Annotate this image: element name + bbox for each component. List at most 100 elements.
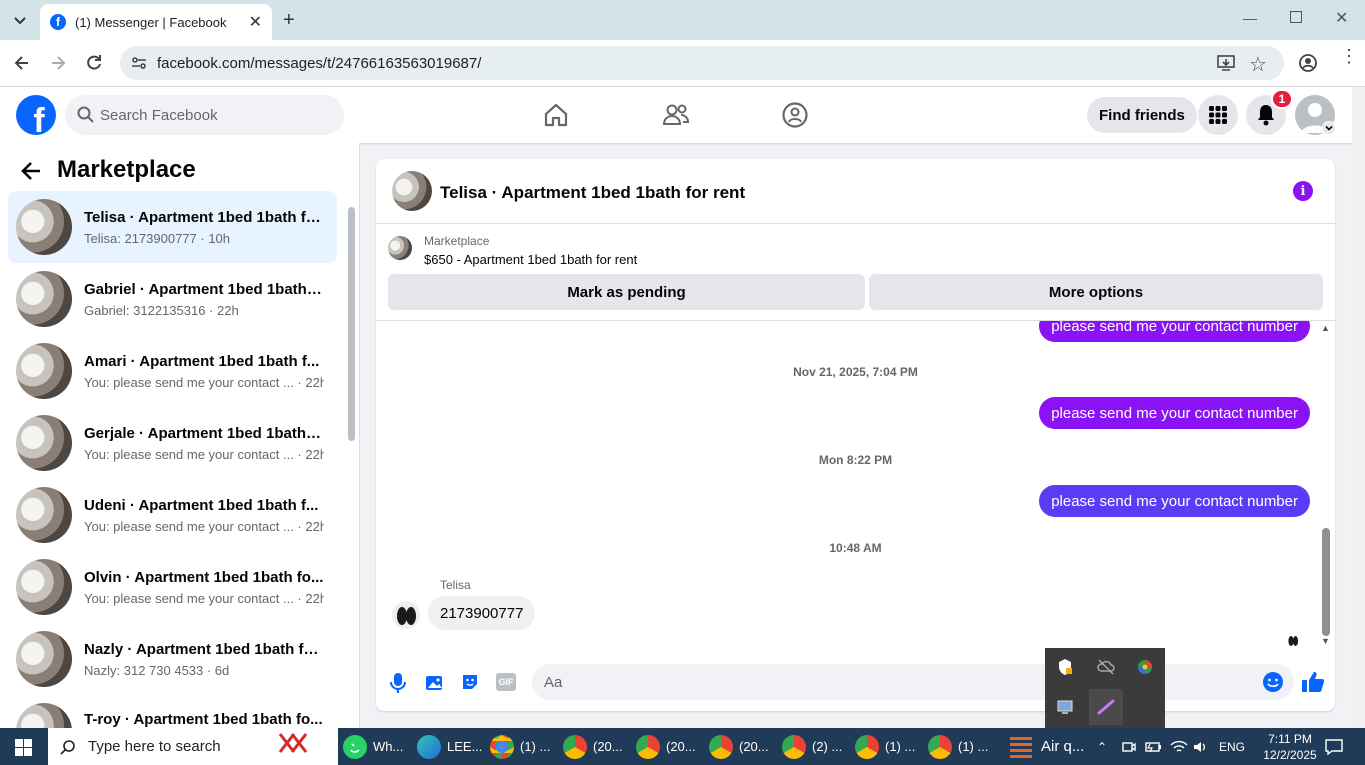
gif-icon[interactable]: GIF: [496, 673, 516, 691]
conversation-item[interactable]: T-roy · Apartment 1bed 1bath fo...: [8, 695, 337, 728]
taskbar-weather[interactable]: Air q...: [1010, 728, 1084, 765]
bookmark-star-icon[interactable]: ☆: [1249, 52, 1267, 77]
taskbar-app-chrome[interactable]: (1) ...: [928, 728, 988, 765]
new-tab-icon[interactable]: +: [283, 9, 295, 32]
back-arrow-icon[interactable]: [20, 160, 42, 182]
friends-icon[interactable]: [662, 102, 690, 128]
find-friends-button[interactable]: Find friends: [1087, 97, 1197, 133]
color-app-icon[interactable]: [1136, 658, 1154, 676]
account-chevron-icon[interactable]: [1322, 121, 1336, 135]
incoming-message[interactable]: 2173900777: [428, 596, 536, 630]
restore-icon[interactable]: [1290, 11, 1302, 23]
site-settings-icon[interactable]: [130, 54, 148, 72]
sidebar-scrollbar[interactable]: [347, 193, 356, 724]
chat-scrollbar[interactable]: ▲ ▼: [1320, 323, 1332, 648]
browser-tab[interactable]: f (1) Messenger | Facebook ✕: [40, 4, 272, 40]
taskbar-search-icon: [60, 739, 76, 755]
tray-chevron-icon[interactable]: ⌃: [1097, 728, 1107, 765]
message-placeholder: Aa: [544, 673, 563, 691]
taskbar-app-chrome[interactable]: (20...: [709, 728, 769, 765]
search-placeholder: Search Facebook: [100, 106, 218, 124]
taskbar-app-chrome[interactable]: (1) ...: [855, 728, 915, 765]
conversation-item[interactable]: Udeni · Apartment 1bed 1bath f... You: pl…: [8, 479, 337, 551]
pen-app-tile[interactable]: [1089, 689, 1123, 725]
page-scrollbar[interactable]: [1352, 87, 1365, 728]
message-clip: please send me your contact number: [376, 321, 1335, 343]
battery-icon[interactable]: [1145, 728, 1163, 765]
taskbar-app-label: (2) ...: [812, 739, 843, 754]
tab-list-chevron-icon[interactable]: [10, 10, 30, 30]
groups-icon[interactable]: [781, 101, 809, 129]
more-options-button[interactable]: More options: [869, 274, 1323, 310]
sender-avatar[interactable]: [392, 601, 420, 629]
minimize-icon[interactable]: —: [1243, 10, 1257, 26]
chrome-icon: [490, 734, 514, 759]
reload-icon[interactable]: [84, 53, 104, 73]
taskbar-app-whatsapp[interactable]: Wh...: [343, 728, 403, 765]
conversation-preview: Telisa: 2173900777 · 10h: [84, 230, 231, 246]
conversation-item[interactable]: Nazly · Apartment 1bed 1bath fo... Nazly:…: [8, 623, 337, 695]
conversation-item[interactable]: Gerjale · Apartment 1bed 1bath f... You: …: [8, 407, 337, 479]
conversation-item[interactable]: Amari · Apartment 1bed 1bath f... You: pl…: [8, 335, 337, 407]
microphone-icon[interactable]: [389, 672, 407, 694]
outgoing-message[interactable]: please send me your contact number: [1039, 397, 1310, 429]
close-tab-icon[interactable]: ✕: [249, 12, 262, 32]
back-icon[interactable]: [12, 53, 32, 73]
wifi-icon[interactable]: [1170, 728, 1188, 765]
message-input[interactable]: Aa: [532, 664, 1294, 700]
taskbar-app-chrome[interactable]: (20...: [636, 728, 696, 765]
conversation-item[interactable]: Olvin · Apartment 1bed 1bath fo... You: p…: [8, 551, 337, 623]
like-icon[interactable]: [1301, 670, 1325, 694]
mark-as-pending-button[interactable]: Mark as pending: [388, 274, 865, 310]
chat-title[interactable]: Telisa · Apartment 1bed 1bath for rent: [440, 183, 745, 203]
taskbar-app-chrome[interactable]: (20...: [563, 728, 623, 765]
listing-small-thumbnail[interactable]: [388, 236, 412, 260]
close-window-icon[interactable]: ✕: [1335, 8, 1348, 28]
conversation-item[interactable]: Gabriel · Apartment 1bed 1bath f... Gabri…: [8, 263, 337, 335]
taskbar-app-chrome[interactable]: (2) ...: [782, 728, 842, 765]
taskbar-app-edge[interactable]: LEE...: [417, 728, 482, 765]
outgoing-message[interactable]: please send me your contact number: [1039, 485, 1310, 517]
listing-title[interactable]: $650 - Apartment 1bed 1bath for rent: [424, 252, 637, 267]
forward-icon[interactable]: [48, 53, 68, 73]
emoji-icon[interactable]: [1262, 671, 1284, 693]
air-quality-icon: [1010, 735, 1032, 758]
taskbar-app-label: (1) ...: [958, 739, 989, 754]
home-icon[interactable]: [543, 102, 569, 128]
facebook-search-input[interactable]: Search Facebook: [65, 95, 344, 135]
message-timestamp: Nov 21, 2025, 7:04 PM: [793, 365, 918, 379]
browser-menu-icon[interactable]: ⋮: [1340, 47, 1358, 65]
display-icon[interactable]: [1057, 699, 1073, 715]
security-shield-icon[interactable]: [1057, 658, 1073, 676]
meet-icon[interactable]: [1121, 728, 1137, 765]
chat-listing-avatar[interactable]: [392, 171, 432, 211]
photo-icon[interactable]: [424, 672, 444, 692]
url-text[interactable]: facebook.com/messages/t/2476616356301968…: [157, 55, 481, 72]
listing-thumbnail: [16, 415, 72, 471]
taskbar-clock[interactable]: 7:11 PM 12/2/2025: [1256, 731, 1324, 763]
chrome-icon: [563, 734, 587, 759]
profile-icon[interactable]: [1298, 53, 1318, 73]
taskbar-app-chrome[interactable]: (1) ...: [490, 728, 550, 765]
conversation-preview: You: please send me your contact ... · 2…: [84, 518, 324, 534]
install-app-icon[interactable]: [1216, 53, 1236, 73]
listing-thumbnail: [16, 631, 72, 687]
cloud-off-icon[interactable]: [1097, 659, 1115, 675]
menu-grid-icon[interactable]: [1198, 95, 1238, 135]
info-icon[interactable]: i: [1293, 181, 1313, 201]
volume-icon[interactable]: [1192, 728, 1208, 765]
sticker-icon[interactable]: [460, 672, 480, 692]
facebook-logo-icon[interactable]: f: [16, 95, 56, 135]
conversation-preview: Nazly: 312 730 4533 · 6d: [84, 662, 230, 678]
divider: [376, 223, 1335, 224]
conversation-item[interactable]: Telisa · Apartment 1bed 1bath fo... Telis…: [8, 191, 337, 263]
windows-start-icon[interactable]: [15, 739, 32, 756]
taskbar-app-label: (1) ...: [885, 739, 916, 754]
notification-badge: 1: [1271, 89, 1293, 109]
tray-overflow-popup: [1045, 648, 1165, 728]
taskbar-app-label: LEE...: [447, 739, 483, 754]
notification-center-icon[interactable]: [1325, 738, 1343, 756]
outgoing-message[interactable]: please send me your contact number: [1039, 321, 1310, 342]
tab-title: (1) Messenger | Facebook: [75, 14, 227, 30]
language-indicator[interactable]: ENG: [1219, 728, 1245, 765]
